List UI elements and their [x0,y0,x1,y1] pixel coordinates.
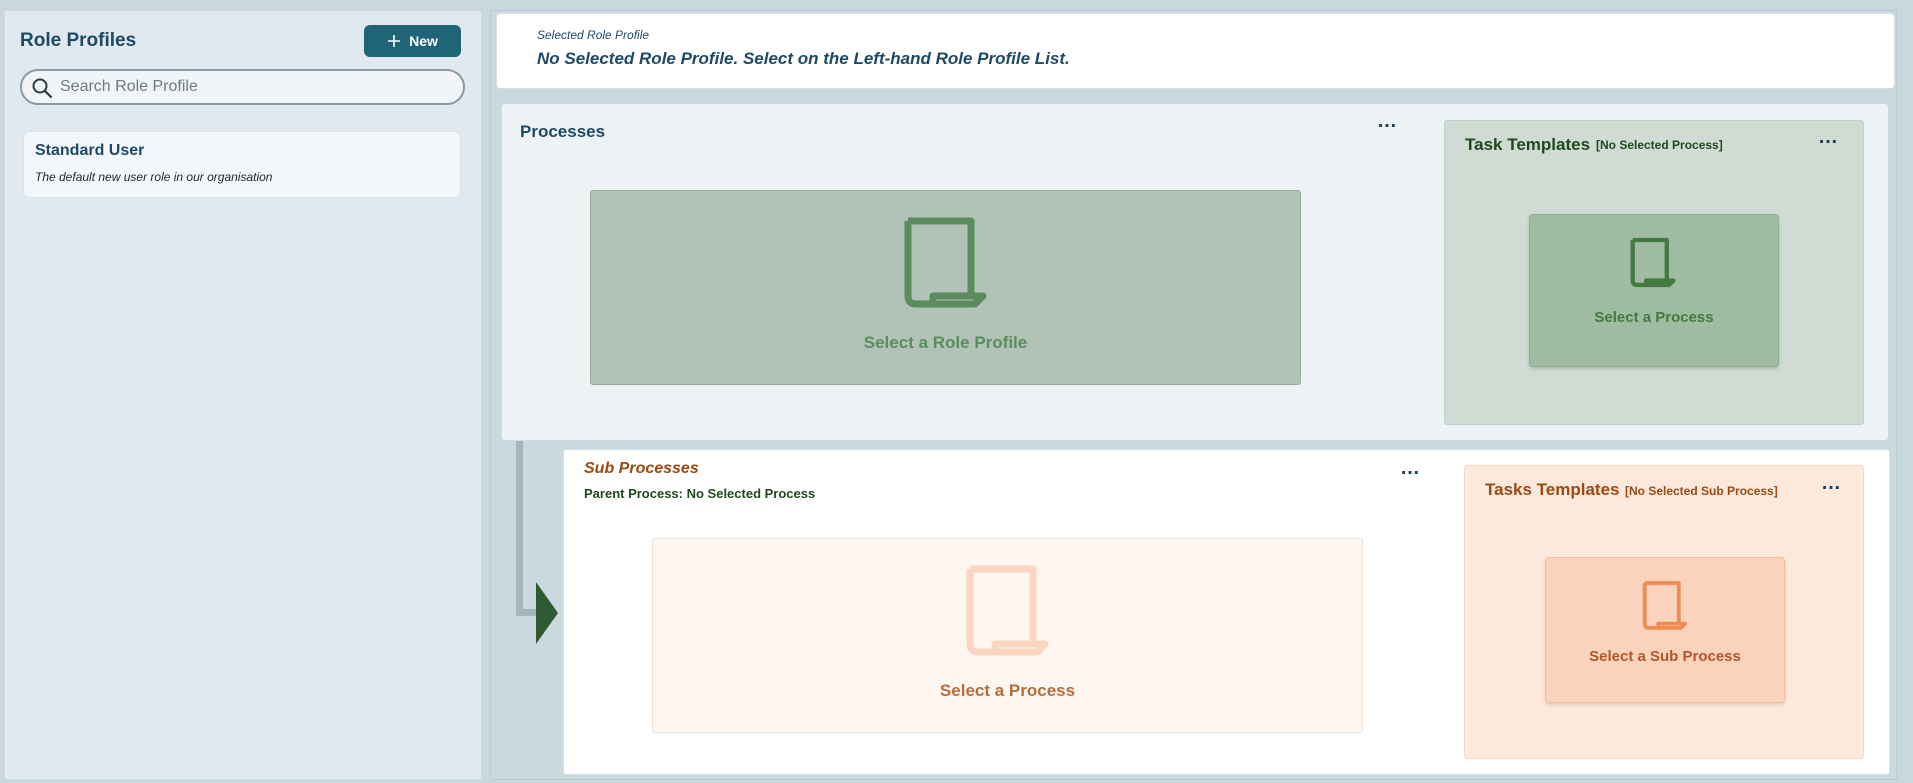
select-process-placeholder[interactable]: Select a Process [1529,214,1779,367]
role-profiles-panel [4,10,482,780]
sub-task-templates-more-icon[interactable]: … [1821,473,1842,493]
new-button-label: New [409,33,438,49]
task-templates-more-icon[interactable]: … [1818,127,1839,147]
search-icon [32,78,53,99]
sub-task-templates-note: [No Selected Sub Process] [1625,484,1778,498]
processes-more-icon[interactable]: … [1377,111,1398,131]
document-icon [1642,581,1688,630]
sub-task-templates-title: Tasks Templates [1485,480,1620,499]
task-templates-title: Task Templates [1465,135,1591,154]
sub-processes-empty-state: Select a Process [652,538,1363,733]
search-role-profile-input[interactable] [60,76,450,98]
processes-empty-state: Select a Role Profile [590,190,1301,385]
role-profiles-title: Role Profiles [20,30,137,51]
parent-process-label: Parent Process: No Selected Process [584,486,816,501]
processes-empty-text: Select a Role Profile [863,333,1028,352]
selected-role-header: Selected Role Profile No Selected Role P… [496,13,1895,89]
task-templates-note: [No Selected Process] [1596,138,1723,152]
document-icon [966,565,1049,656]
connector-line [516,441,523,616]
processes-title: Processes [520,122,606,141]
selected-role-label: Selected Role Profile [537,28,650,42]
plus-icon [388,35,401,47]
document-icon [1630,237,1676,288]
sub-processes-title: Sub Processes [584,460,699,477]
selected-role-value: No Selected Role Profile. Select on the … [537,49,1070,68]
sub-task-templates-empty-text: Select a Sub Process [1589,648,1741,665]
select-sub-process-placeholder[interactable]: Select a Sub Process [1545,557,1785,703]
new-role-profile-button[interactable]: New [364,25,461,57]
role-profile-description: The default new user role in our organis… [35,170,273,184]
arrow-right-icon [536,582,558,644]
document-icon [904,217,987,308]
search-box[interactable] [20,69,465,105]
role-profile-card[interactable]: Standard User The default new user role … [23,131,461,198]
sub-processes-empty-text: Select a Process [939,681,1076,700]
task-templates-empty-text: Select a Process [1594,309,1714,326]
role-profile-name: Standard User [35,142,145,159]
sub-processes-more-icon[interactable]: … [1400,458,1421,478]
